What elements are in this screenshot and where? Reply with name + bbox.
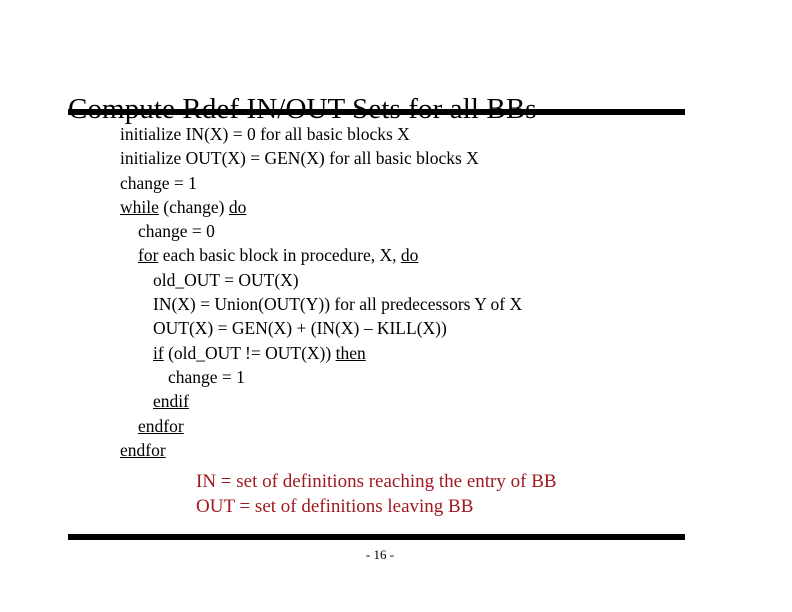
pseudocode-line: while (change) do (120, 195, 760, 219)
pseudocode-text: change = 1 (168, 366, 245, 387)
pseudocode-keyword: do (228, 196, 247, 217)
pseudocode-block: initialize IN(X) = 0 for all basic block… (120, 122, 760, 462)
title-divider-rule (68, 109, 685, 115)
pseudocode-keyword: for (138, 245, 159, 266)
pseudocode-line: endfor (120, 438, 760, 462)
pseudocode-line: if (old_OUT != OUT(X)) then (120, 341, 760, 365)
pseudocode-keyword: endfor (138, 415, 184, 436)
pseudocode-keyword: while (120, 196, 159, 217)
pseudocode-text: OUT(X) = GEN(X) + (IN(X) – KILL(X)) (153, 318, 447, 339)
legend-block: IN = set of definitions reaching the ent… (196, 469, 756, 519)
pseudocode-keyword: if (153, 342, 164, 363)
pseudocode-text: initialize IN(X) = 0 for all basic block… (120, 124, 410, 144)
pseudocode-text: change = 0 (138, 221, 215, 242)
pseudocode-line: change = 1 (120, 171, 760, 195)
pseudocode-keyword: do (400, 245, 419, 266)
pseudocode-line: old_OUT = OUT(X) (120, 268, 760, 292)
pseudocode-keyword: endif (153, 391, 189, 412)
footer-divider-rule (68, 534, 685, 540)
legend-line: IN = set of definitions reaching the ent… (196, 471, 557, 492)
pseudocode-text: each basic block in procedure, X, (158, 245, 401, 266)
pseudocode-line: initialize OUT(X) = GEN(X) for all basic… (120, 146, 760, 170)
pseudocode-text: (old_OUT != OUT(X)) (163, 342, 336, 363)
pseudocode-keyword: then (335, 342, 366, 363)
pseudocode-line: OUT(X) = GEN(X) + (IN(X) – KILL(X)) (120, 316, 760, 340)
pseudocode-line: change = 0 (120, 219, 760, 243)
pseudocode-text: IN(X) = Union(OUT(Y)) for all predecesso… (153, 294, 523, 315)
pseudocode-line: IN(X) = Union(OUT(Y)) for all predecesso… (120, 292, 760, 316)
pseudocode-keyword: endfor (120, 439, 166, 460)
pseudocode-line: initialize IN(X) = 0 for all basic block… (120, 122, 760, 146)
pseudocode-text: old_OUT = OUT(X) (153, 269, 299, 290)
pseudocode-text: initialize OUT(X) = GEN(X) for all basic… (120, 148, 479, 169)
pseudocode-line: for each basic block in procedure, X, do (120, 243, 760, 267)
pseudocode-line: endfor (120, 414, 760, 438)
pseudocode-line: change = 1 (120, 365, 760, 389)
pseudocode-line: endif (120, 389, 760, 413)
legend-line: OUT = set of definitions leaving BB (196, 496, 474, 517)
pseudocode-text: change = 1 (120, 172, 197, 193)
page-number: - 16 - (365, 547, 395, 562)
slide: Compute Rdef IN/OUT Sets for all BBs ini… (0, 0, 792, 612)
pseudocode-text: (change) (158, 196, 229, 217)
